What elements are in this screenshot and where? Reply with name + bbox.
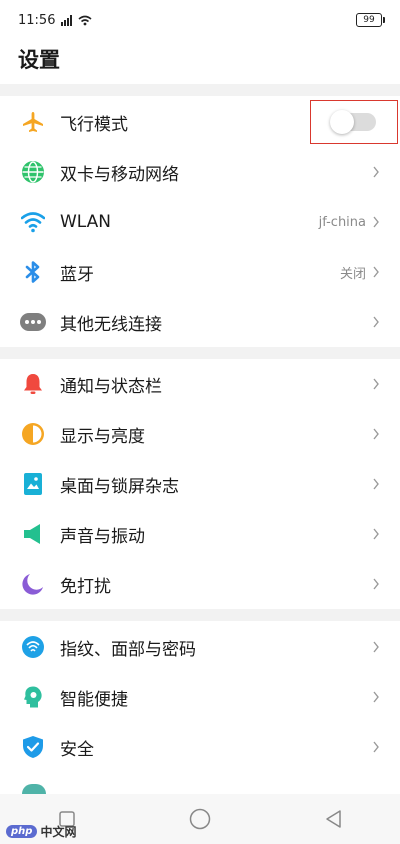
- settings-row-label: 指纹、面部与密码: [60, 639, 196, 660]
- back-button[interactable]: [313, 799, 353, 839]
- settings-row-do-not-disturb[interactable]: 免打扰: [0, 559, 400, 609]
- settings-row-wallpaper[interactable]: 桌面与锁屏杂志: [0, 459, 400, 509]
- airplane-mode-toggle[interactable]: [330, 110, 376, 134]
- chevron-right-icon: [372, 741, 384, 753]
- chevron-right-icon: [372, 216, 384, 228]
- speaker-icon: [20, 521, 46, 547]
- settings-row-wlan[interactable]: WLAN jf-china: [0, 197, 400, 247]
- chevron-right-icon: [372, 166, 384, 178]
- settings-row-label: 免打扰: [60, 576, 111, 597]
- more-dots-icon: [20, 309, 46, 335]
- section-divider: [0, 84, 400, 96]
- chevron-right-icon: [372, 641, 384, 653]
- back-triangle-icon: [326, 810, 342, 828]
- chevron-right-icon: [372, 266, 384, 278]
- chevron-right-icon: [372, 691, 384, 703]
- settings-row-label: 声音与振动: [60, 526, 145, 547]
- circle-icon: [189, 808, 211, 830]
- wifi-status-icon: [78, 15, 92, 25]
- settings-row-label: 蓝牙: [60, 264, 94, 285]
- settings-row-label: WLAN: [60, 212, 112, 232]
- toggle-knob: [330, 110, 354, 134]
- status-bar: 11:56 99: [0, 0, 400, 40]
- airplane-toggle-highlight[interactable]: [310, 100, 398, 144]
- page-title: 设置: [18, 48, 60, 72]
- brightness-icon: [20, 421, 46, 447]
- chevron-right-icon: [372, 478, 384, 490]
- status-left: 11:56: [18, 13, 92, 28]
- bluetooth-icon: [20, 259, 46, 285]
- settings-row-display[interactable]: 显示与亮度: [0, 409, 400, 459]
- watermark-text: 中文网: [40, 825, 77, 839]
- home-button[interactable]: [180, 799, 220, 839]
- wifi-icon: [20, 209, 46, 235]
- section-security: 指纹、面部与密码 智能便捷 安全: [0, 622, 400, 772]
- section-display-sound: 通知与状态栏 显示与亮度 桌面与锁屏杂志 声音与振动 免打扰: [0, 359, 400, 609]
- settings-row-bluetooth[interactable]: 蓝牙 关闭: [0, 247, 400, 297]
- airplane-icon: [20, 109, 46, 135]
- bell-icon: [20, 371, 46, 397]
- settings-row-label: 显示与亮度: [60, 426, 145, 447]
- wlan-network-name: jf-china: [318, 214, 366, 230]
- chevron-right-icon: [372, 428, 384, 440]
- section-connectivity: 飞行模式 双卡与移动网络 WLAN jf-china 蓝牙 关闭 其他无线连接: [0, 97, 400, 347]
- settings-row-notifications[interactable]: 通知与状态栏: [0, 359, 400, 409]
- shield-icon: [20, 734, 46, 760]
- smart-icon: [20, 684, 46, 710]
- moon-icon: [20, 571, 46, 597]
- section-divider: [0, 609, 400, 621]
- chevron-right-icon: [372, 528, 384, 540]
- section-divider: [0, 347, 400, 359]
- battery-icon: 99: [356, 13, 385, 27]
- globe-icon: [20, 159, 46, 185]
- fingerprint-icon: [20, 634, 46, 660]
- settings-row-label: 双卡与移动网络: [60, 164, 179, 185]
- bluetooth-status: 关闭: [339, 266, 366, 282]
- settings-row-label: 其他无线连接: [60, 314, 162, 335]
- watermark: php 中文网: [6, 823, 76, 840]
- status-time: 11:56: [18, 12, 56, 28]
- settings-row-security[interactable]: 安全: [0, 722, 400, 772]
- settings-row-label: 桌面与锁屏杂志: [60, 476, 179, 497]
- settings-row-label: 智能便捷: [60, 689, 128, 710]
- settings-row-airplane-mode[interactable]: 飞行模式: [0, 97, 400, 147]
- chevron-right-icon: [372, 378, 384, 390]
- partial-row-icon: [22, 784, 46, 794]
- chevron-right-icon: [372, 578, 384, 590]
- settings-row-other-wireless[interactable]: 其他无线连接: [0, 297, 400, 347]
- chevron-right-icon: [372, 316, 384, 328]
- watermark-logo: php: [6, 825, 38, 838]
- settings-row-label: 安全: [60, 739, 94, 760]
- signal-icon: [61, 14, 73, 26]
- settings-row-dual-sim[interactable]: 双卡与移动网络: [0, 147, 400, 197]
- settings-row-sound[interactable]: 声音与振动: [0, 509, 400, 559]
- settings-row-label: 通知与状态栏: [60, 376, 162, 397]
- wallpaper-icon: [20, 471, 46, 497]
- settings-row-fingerprint[interactable]: 指纹、面部与密码: [0, 622, 400, 672]
- settings-row-smart-assist[interactable]: 智能便捷: [0, 672, 400, 722]
